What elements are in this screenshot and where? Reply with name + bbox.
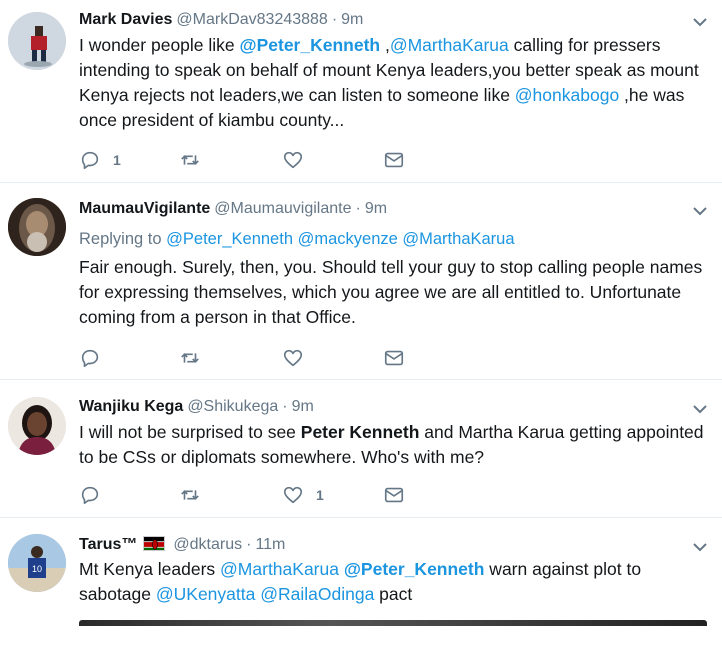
tweet-header: Mark Davies @MarkDav83243888 · 9m [79,10,363,30]
user-handle[interactable]: @MarkDav83243888 [176,11,327,28]
mention-link[interactable]: @MarthaKarua [220,559,339,579]
dm-button[interactable] [383,347,405,369]
display-name[interactable]: Wanjiku Kega [79,398,183,415]
separator-dot: · [246,536,252,553]
avatar-image [8,198,66,256]
like-button[interactable] [282,149,304,171]
tweet[interactable]: Mark Davies @MarkDav83243888 · 9m I wonder … [0,0,722,183]
display-name[interactable]: MaumauVigilante [79,200,210,217]
retweet-button[interactable] [179,149,201,171]
tweet-text: I will not be surprised to see Peter Ken… [79,420,714,470]
tweet-text: I wonder people like @Peter_Kenneth ,@Ma… [79,33,714,133]
retweet-icon [181,155,199,165]
envelope-icon [384,350,404,366]
heart-icon [283,151,303,169]
reply-mention[interactable]: @mackyenze [298,230,398,248]
text-segment: I will not be surprised to see [79,422,301,442]
mention-link[interactable]: @RailaOdinga [260,584,374,604]
avatar[interactable] [8,198,66,256]
timestamp[interactable]: 9m [365,200,387,217]
avatar-image [8,397,66,455]
user-handle[interactable]: @dktarus [173,536,242,553]
chevron-down-icon[interactable] [692,539,708,555]
tweet-actions: 1 [79,149,479,171]
heart-icon [283,349,303,367]
avatar-image: 10 [8,534,66,592]
user-handle[interactable]: @Shikukega [187,398,278,415]
avatar[interactable]: 10 [8,534,66,592]
media-preview[interactable] [79,620,707,626]
timestamp[interactable]: 9m [341,11,363,28]
reply-button[interactable]: 1 [79,149,121,171]
like-button[interactable] [282,347,304,369]
like-button[interactable]: 1 [282,484,324,506]
mention-link[interactable]: @UKenyatta [156,584,255,604]
separator-dot: · [331,11,338,28]
retweet-button[interactable] [179,484,201,506]
avatar[interactable] [8,12,66,70]
reply-icon [81,349,99,368]
tweet-header: Wanjiku Kega @Shikukega · 9m [79,397,314,417]
mention-link[interactable]: @honkabogo [515,85,619,105]
timestamp[interactable]: 9m [292,398,314,415]
like-count: 1 [316,487,324,503]
tweet[interactable]: Wanjiku Kega @Shikukega · 9m I will not be … [0,381,722,518]
chevron-down-icon[interactable] [692,14,708,30]
display-name[interactable]: Mark Davies [79,11,172,28]
mention-link[interactable]: @Peter_Kenneth [240,35,381,55]
reply-icon [81,151,99,170]
reply-button[interactable] [79,484,113,506]
user-handle[interactable]: @Maumauvigilante [214,200,351,217]
text-segment: , [380,35,390,55]
dm-button[interactable] [383,149,405,171]
mention-link[interactable]: @MarthaKarua [390,35,509,55]
reply-mention[interactable]: @MarthaKarua [402,230,514,248]
tweet-actions: 1 [79,484,479,506]
avatar-image [8,12,66,70]
tweet-header: Tarus™ @dktarus · 11m [79,535,285,555]
retweet-button[interactable] [179,347,201,369]
replying-to-label: Replying to [79,230,162,248]
reply-count: 1 [113,152,121,168]
mention-link[interactable]: @Peter_Kenneth [344,559,485,579]
reply-icon [81,486,99,505]
display-name[interactable]: Tarus™ [79,536,137,553]
envelope-icon [384,487,404,503]
tweet-header: MaumauVigilante @Maumauvigilante · 9m [79,199,387,219]
svg-text:10: 10 [32,564,42,574]
tweet-text: Mt Kenya leaders @MarthaKarua @Peter_Ken… [79,557,714,607]
separator-dot: · [282,398,288,415]
envelope-icon [384,152,404,168]
timestamp[interactable]: 11m [255,536,285,553]
highlighted-text: Peter Kenneth [300,422,420,442]
retweet-icon [181,353,199,363]
retweet-icon [181,490,199,500]
separator-dot: · [355,200,361,217]
tweet-actions [79,347,479,369]
kenya-flag-icon [143,536,166,551]
reply-mention[interactable]: @Peter_Kenneth [166,230,293,248]
dm-button[interactable] [383,484,405,506]
avatar[interactable] [8,397,66,455]
text-segment: I wonder people like [79,35,240,55]
replying-to: Replying to @Peter_Kenneth @mackyenze @M… [79,228,515,250]
tweet[interactable]: MaumauVigilante @Maumauvigilante · 9m Reply… [0,184,722,380]
reply-button[interactable] [79,347,113,369]
tweet[interactable]: 10 Tarus™ @dktarus · 11m Mt Kenya leaders … [0,519,722,667]
chevron-down-icon[interactable] [692,401,708,417]
text-segment: pact [374,584,413,604]
text-segment: Mt Kenya leaders [79,559,221,579]
chevron-down-icon[interactable] [692,203,708,219]
tweet-text: Fair enough. Surely, then, you. Should t… [79,257,703,327]
heart-icon [283,486,303,504]
